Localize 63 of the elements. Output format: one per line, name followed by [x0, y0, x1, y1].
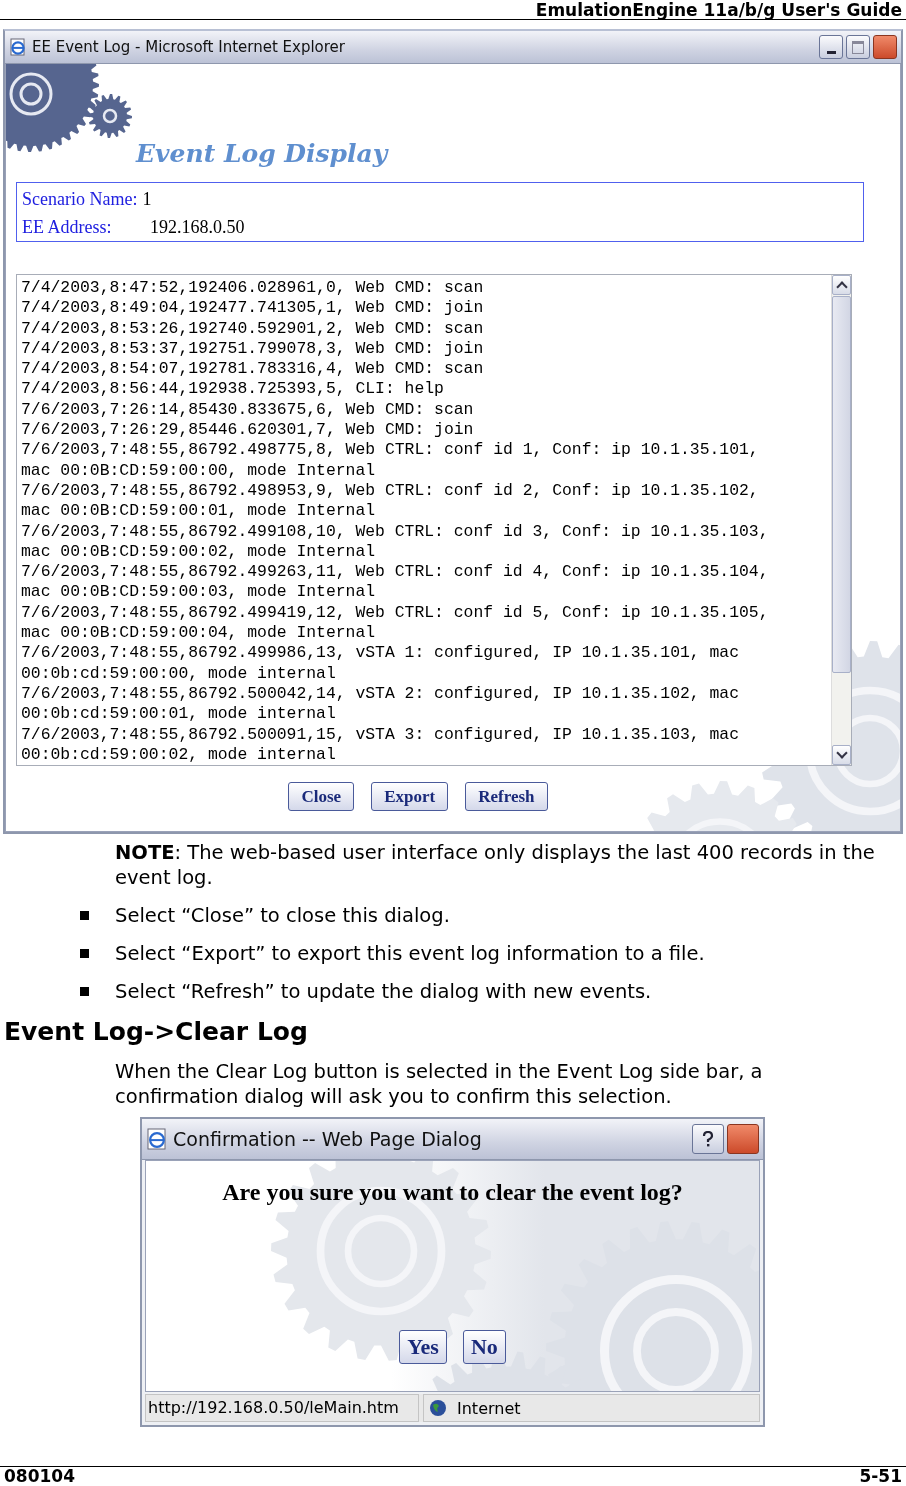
bullet-icon: [80, 910, 89, 920]
bullet-icon: [80, 986, 89, 996]
globe-icon: [429, 1399, 447, 1417]
dialog-button[interactable]: Refresh: [465, 782, 548, 811]
bullet-text: Select “Refresh” to update the dialog with new events.: [115, 979, 652, 1003]
field-label: EE Address:: [22, 216, 113, 239]
status-url: http://192.168.0.50/leMain.htm: [145, 1394, 419, 1422]
log-line: 7/6/2003,7:48:55,86792.498953,9, Web CTRL: conf id 2, Conf: ip 10.1.35.102,: [21, 480, 760, 502]
document-title: EmulationEngine 11a/b/g User's Guide: [535, 1, 902, 19]
browser-icon: [146, 1128, 168, 1150]
log-line: 7/6/2003,7:48:55,86792.498775,8, Web CTRL: conf id 1, Conf: ip 10.1.35.101,: [21, 440, 760, 461]
log-line: mac 00:0B:CD:59:00:00, mode Internal: [21, 460, 377, 481]
log-line: 7/4/2003,8:53:26,192740.592901,2, Web CMD: scan: [21, 318, 485, 339]
maximize-button[interactable]: [846, 35, 870, 59]
dialog-button[interactable]: Export: [371, 782, 449, 811]
field-label: Scenario Name:: [22, 188, 138, 211]
log-line: 7/6/2003,7:48:55,86792.500091,15, vSTA 3: configured, IP 10.1.35.103, mac: [21, 724, 741, 745]
log-line: 00:0b:cd:59:00:02, mode internal: [21, 744, 337, 765]
log-line: 7/6/2003,7:26:14,85430.833675,6, Web CMD: scan: [21, 399, 475, 421]
log-line: 7/4/2003,8:56:44,192938.725393,5, CLI: help: [21, 379, 445, 400]
close-button[interactable]: [873, 35, 897, 59]
scroll-down-button[interactable]: [832, 745, 851, 765]
window-title: EE Event Log - Microsoft Internet Explorer: [32, 38, 346, 56]
window-title: Confirmation -- Web Page Dialog: [173, 1128, 483, 1150]
log-line: 7/6/2003,7:26:29,85446.620301,7, Web CMD: join: [21, 420, 475, 441]
page-number: 5-51: [859, 1467, 902, 1486]
log-line: 7/6/2003,7:48:55,86792.500042,14, vSTA 2: configured, IP 10.1.35.102, mac: [21, 683, 741, 705]
scrollbar[interactable]: [831, 275, 851, 765]
scroll-up-button[interactable]: [832, 275, 851, 295]
log-line: 7/6/2003,7:48:55,86792.499419,12, Web CTRL: conf id 5, Conf: ip 10.1.35.105,: [21, 602, 770, 624]
bullet-icon: [80, 948, 89, 958]
browser-icon: [9, 38, 27, 56]
note-text: NOTE: The web-based user interface only displays the last 400 records in the event log.: [115, 840, 876, 890]
log-line: mac 00:0B:CD:59:00:02, mode Internal: [21, 541, 377, 563]
dialog-button[interactable]: No: [462, 1330, 506, 1364]
dialog-button[interactable]: Yes: [399, 1330, 447, 1364]
body-text: When the Clear Log button is selected in the Event Log side bar, a confirmation dialog will ask you to confirm this selection.: [115, 1059, 764, 1109]
log-line: mac 00:0B:CD:59:00:03, mode Internal: [21, 582, 377, 603]
log-line: 7/4/2003,8:53:37,192751.799078,3, Web CMD: join: [21, 338, 485, 360]
log-line: 7/6/2003,7:48:55,86792.499263,11, Web CTRL: conf id 4, Conf: ip 10.1.35.104,: [21, 562, 770, 583]
log-line: mac 00:0B:CD:59:00:01, mode Internal: [21, 501, 377, 522]
bullet-text: Select “Close” to close this dialog.: [115, 903, 450, 927]
log-line: 7/6/2003,7:48:55,86792.499108,10, Web CTRL: conf id 3, Conf: ip 10.1.35.103,: [21, 521, 770, 542]
scroll-thumb[interactable]: [832, 296, 851, 673]
help-button[interactable]: [692, 1124, 724, 1154]
section-heading: Event Log->Clear Log: [4, 1017, 309, 1047]
page-heading: Event Log Display: [136, 139, 388, 168]
document-code: 080104: [4, 1467, 75, 1486]
log-line: 7/4/2003,8:47:52,192406.028961,0, Web CMD: scan: [21, 278, 485, 299]
log-line: 7/4/2003,8:49:04,192477.741305,1, Web CMD: join: [21, 298, 485, 319]
log-line: 00:0b:cd:59:00:00, mode internal: [21, 663, 337, 684]
log-line: mac 00:0B:CD:59:00:04, mode Internal: [21, 623, 377, 644]
field-value: 192.168.0.50: [150, 216, 245, 239]
bullet-text: Select “Export” to export this event log information to a file.: [115, 941, 705, 965]
field-value: 1: [142, 188, 152, 211]
minimize-button[interactable]: [819, 35, 843, 59]
dialog-message: Are you sure you want to clear the event log?: [222, 1179, 683, 1206]
dialog-button[interactable]: Close: [288, 782, 355, 811]
log-line: 7/4/2003,8:54:07,192781.783316,4, Web CMD: scan: [21, 359, 485, 380]
question-mark-icon: [702, 1131, 714, 1147]
log-line: 00:0b:cd:59:00:01, mode internal: [21, 704, 337, 725]
status-zone: Internet: [457, 1398, 521, 1418]
log-line: 7/6/2003,7:48:55,86792.499986,13, vSTA 1: configured, IP 10.1.35.101, mac: [21, 643, 741, 664]
